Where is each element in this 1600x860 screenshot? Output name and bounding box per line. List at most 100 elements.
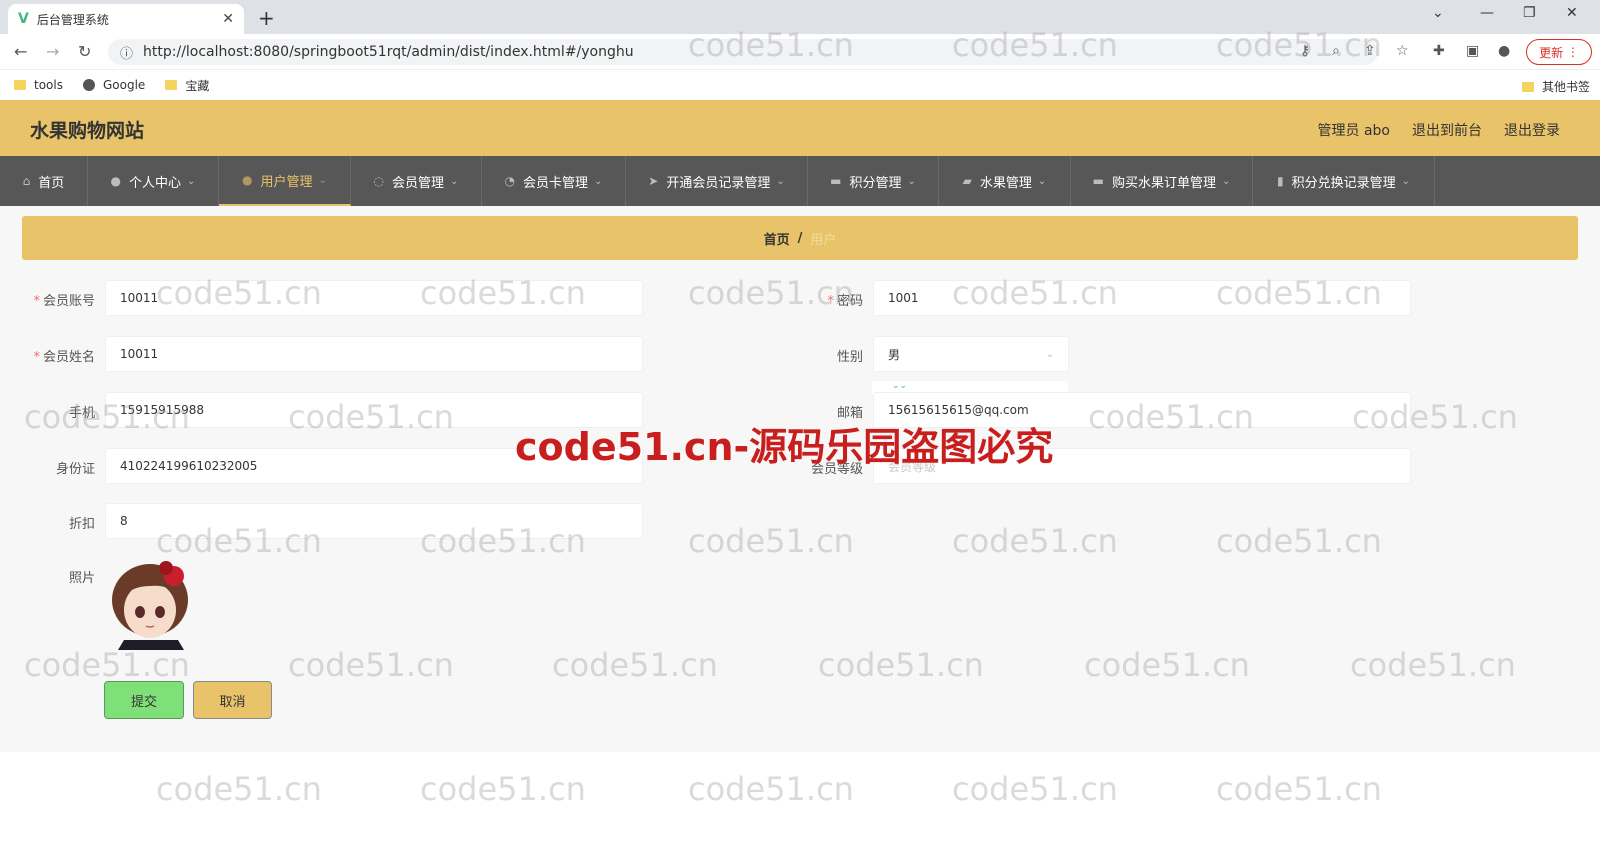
exchange-icon: ▮ bbox=[1276, 174, 1284, 188]
share-icon[interactable]: ⇪ bbox=[1364, 43, 1376, 59]
menu-label: 个人中心 bbox=[129, 175, 182, 191]
app-header: 水果购物网站 管理员 abo 退出到前台 退出登录 bbox=[0, 100, 1600, 156]
tab-search-icon[interactable]: ⌄ bbox=[1432, 5, 1444, 21]
chevron-down-icon: ⌄ bbox=[594, 175, 603, 187]
menu-cards[interactable]: ◔ 会员卡管理 ⌄ bbox=[482, 156, 626, 206]
menu-personal[interactable]: ● 个人中心 ⌄ bbox=[88, 156, 219, 206]
submit-label: 提交 bbox=[130, 694, 157, 710]
key-icon[interactable]: ⚷ bbox=[1300, 43, 1310, 59]
password-input[interactable]: 1001 bbox=[873, 280, 1411, 316]
breadcrumb-home[interactable]: 首页 bbox=[764, 229, 790, 248]
update-button[interactable]: 更新 ⋮ bbox=[1526, 39, 1592, 65]
folder-icon bbox=[165, 80, 178, 90]
zoom-icon[interactable]: ⌕ bbox=[1332, 43, 1340, 59]
watermark: code51.cn bbox=[688, 770, 854, 808]
required-mark: * bbox=[33, 294, 40, 309]
name-label: * 会员姓名 bbox=[0, 346, 95, 365]
idcard-value: 410224199610232005 bbox=[120, 459, 258, 473]
watermark: code51.cn bbox=[156, 770, 322, 808]
watermark: code51.cn bbox=[1216, 770, 1382, 808]
name-label-text: 会员姓名 bbox=[42, 350, 95, 365]
extensions-icon[interactable]: ✚ bbox=[1433, 43, 1445, 59]
menu-label: 开通会员记录管理 bbox=[666, 175, 771, 191]
idcard-label: 身份证 bbox=[55, 462, 95, 477]
card-icon: ◔ bbox=[504, 174, 516, 188]
chevron-down-icon: ⌄ bbox=[1037, 175, 1047, 187]
menu-members[interactable]: ◌ 会员管理 ⌄ bbox=[351, 156, 482, 206]
menu-exchange[interactable]: ▮ 积分兑换记录管理 ⌄ bbox=[1253, 156, 1435, 206]
phone-label: 手机 bbox=[68, 406, 95, 421]
minimize-icon[interactable]: — bbox=[1480, 5, 1494, 21]
record-icon: ➤ bbox=[648, 174, 659, 188]
globe-icon bbox=[82, 79, 95, 91]
gender-value: 男 bbox=[888, 347, 901, 362]
close-tab-icon[interactable]: ✕ bbox=[222, 11, 234, 27]
chevron-down-icon: ⌄ bbox=[907, 175, 916, 187]
chevron-down-icon: ⌄ bbox=[1401, 175, 1410, 187]
discount-input[interactable]: 8 bbox=[105, 503, 643, 539]
submit-button[interactable]: 提交 bbox=[104, 681, 184, 719]
required-mark: * bbox=[33, 350, 40, 365]
menu-fruits[interactable]: ▰ 水果管理 ⌄ bbox=[939, 156, 1071, 206]
red-watermark: code51.cn-源码乐园盗图必究 bbox=[515, 425, 1054, 469]
folder-icon bbox=[14, 80, 26, 90]
restore-icon[interactable]: ❐ bbox=[1523, 5, 1536, 21]
profile-icon[interactable]: ● bbox=[1498, 43, 1510, 59]
bookmark-google[interactable]: Google bbox=[82, 78, 145, 92]
other-bookmarks-label: 其他书签 bbox=[1541, 80, 1590, 94]
account-label-text: 会员账号 bbox=[42, 294, 95, 309]
close-window-icon[interactable]: ✕ bbox=[1566, 5, 1578, 21]
menu-users[interactable]: ● 用户管理 ⌄ bbox=[219, 156, 351, 206]
menu-home[interactable]: ⌂ 首页 bbox=[0, 156, 88, 206]
bookmark-treasure[interactable]: 宝藏 bbox=[165, 77, 209, 94]
cancel-label: 取消 bbox=[219, 694, 246, 710]
back-icon[interactable]: ← bbox=[14, 42, 27, 61]
site-info-icon[interactable]: ⓘ bbox=[120, 43, 133, 62]
discount-value: 8 bbox=[120, 514, 128, 528]
password-label-text: 密码 bbox=[836, 294, 863, 309]
watermark: code51.cn bbox=[952, 770, 1118, 808]
account-label: * 会员账号 bbox=[0, 290, 95, 309]
url-text: http://localhost:8080/springboot51rqt/ad… bbox=[143, 44, 634, 60]
password-value: 1001 bbox=[888, 291, 919, 305]
breadcrumb-current: 用户 bbox=[810, 232, 837, 248]
bookmark-tools[interactable]: tools bbox=[14, 78, 63, 92]
other-bookmarks[interactable]: 其他书签 bbox=[1521, 78, 1590, 95]
menu-label: 会员卡管理 bbox=[523, 175, 589, 191]
member-icon: ◌ bbox=[373, 174, 385, 188]
home-icon: ⌂ bbox=[22, 174, 31, 188]
browser-tab[interactable]: V 后台管理系统 ✕ bbox=[8, 4, 244, 34]
tab-title: 后台管理系统 bbox=[36, 12, 109, 27]
star-icon[interactable]: ☆ bbox=[1396, 43, 1409, 59]
discount-label: 折扣 bbox=[68, 517, 95, 532]
gender-select[interactable]: 男 ⌄ bbox=[873, 336, 1069, 372]
logout-link[interactable]: 退出登录 bbox=[1504, 120, 1560, 140]
bookmark-label: tools bbox=[34, 78, 63, 92]
menu-member-records[interactable]: ➤ 开通会员记录管理 ⌄ bbox=[626, 156, 808, 206]
account-value: 10011 bbox=[120, 291, 159, 305]
menu-orders[interactable]: ▬ 购买水果订单管理 ⌄ bbox=[1071, 156, 1253, 206]
new-tab-icon[interactable]: + bbox=[258, 6, 275, 30]
to-front-link[interactable]: 退出到前台 bbox=[1412, 120, 1482, 140]
user-photo[interactable] bbox=[108, 560, 194, 650]
chevron-down-icon: ⌄ bbox=[187, 175, 196, 187]
menu-points[interactable]: ▬ 积分管理 ⌄ bbox=[808, 156, 939, 206]
photo-label: 照片 bbox=[68, 571, 95, 586]
header-actions: 管理员 abo 退出到前台 退出登录 bbox=[1318, 120, 1560, 140]
cancel-button[interactable]: 取消 bbox=[193, 681, 272, 719]
menu-label: 会员管理 bbox=[392, 175, 445, 191]
reload-icon[interactable]: ↻ bbox=[78, 42, 91, 61]
menu-label: 积分兑换记录管理 bbox=[1291, 175, 1396, 191]
name-input[interactable]: 10011 bbox=[105, 336, 643, 372]
chevron-down-icon: ⌄ bbox=[776, 175, 785, 187]
order-icon: ▬ bbox=[1092, 174, 1104, 188]
breadcrumb-separator: / bbox=[797, 230, 803, 246]
phone-value: 15915915988 bbox=[120, 403, 204, 417]
account-input[interactable]: 10011 bbox=[105, 280, 643, 316]
menu-label: 积分管理 bbox=[849, 175, 902, 191]
address-toolbar: ← → ↻ ⓘ http://localhost:8080/springboot… bbox=[0, 34, 1600, 70]
sidepanel-icon[interactable]: ▣ bbox=[1466, 43, 1479, 59]
folder-icon bbox=[1521, 81, 1534, 92]
forward-icon[interactable]: → bbox=[46, 42, 59, 61]
address-bar[interactable]: ⓘ http://localhost:8080/springboot51rqt/… bbox=[108, 39, 1378, 65]
